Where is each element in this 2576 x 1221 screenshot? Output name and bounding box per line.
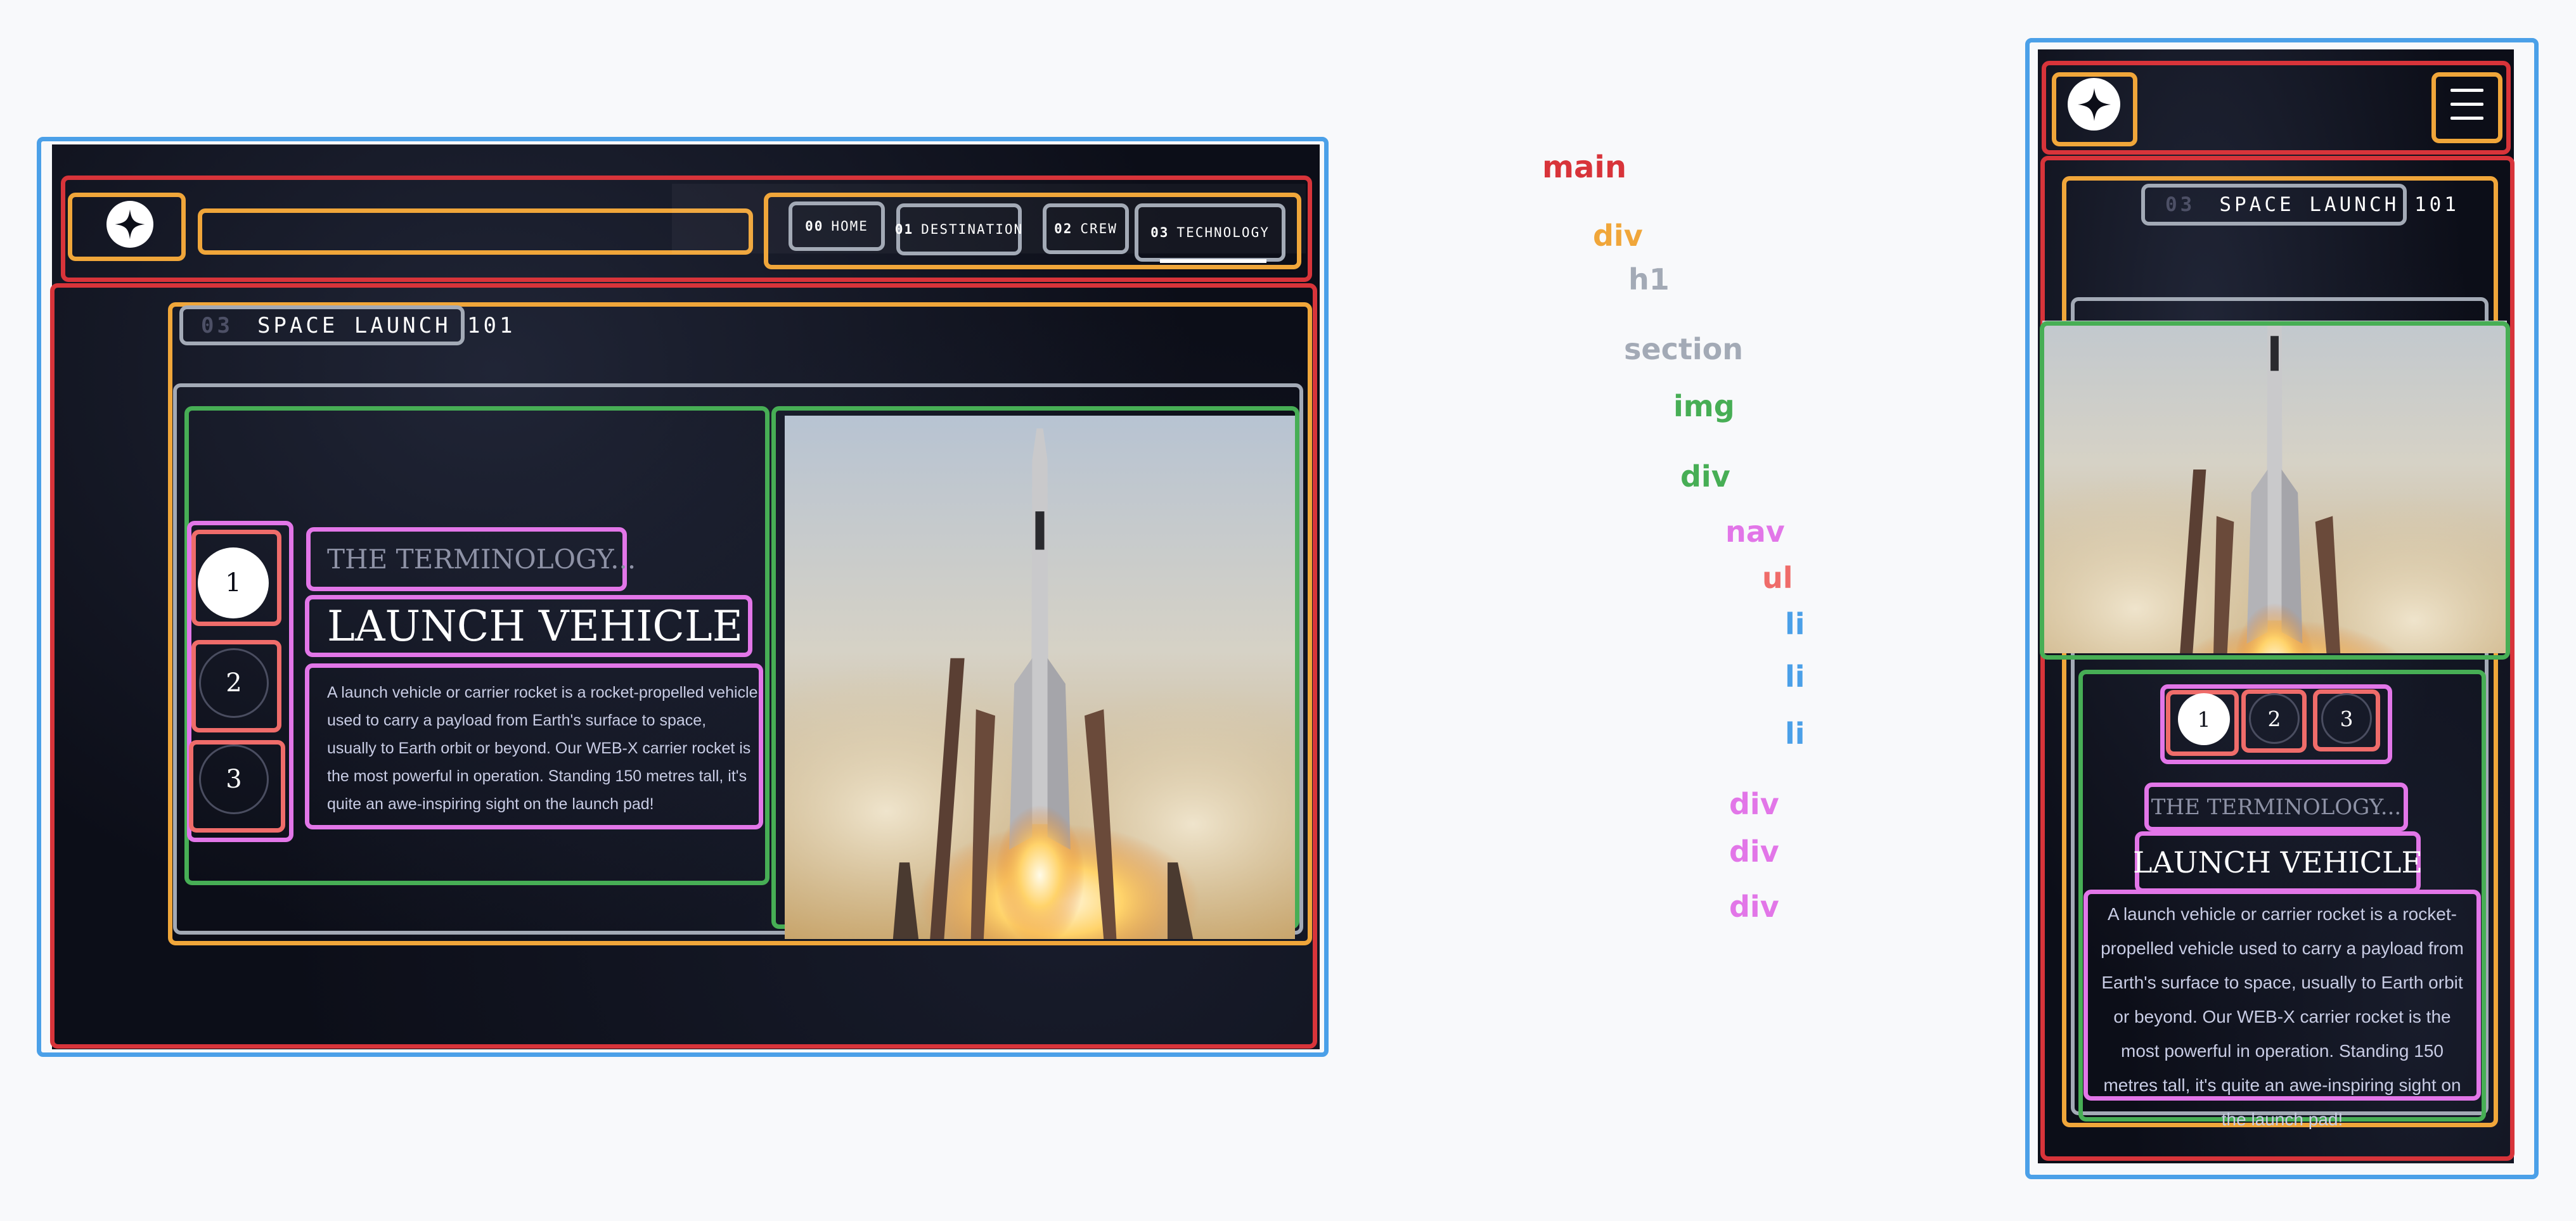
- legend-nav: nav: [1725, 515, 1785, 549]
- page-button-2[interactable]: 2: [199, 648, 269, 718]
- mobile-terminology-label: THE TERMINOLOGY...: [2144, 783, 2408, 831]
- nav-link-technology[interactable]: 03 TECHNOLOGY: [1135, 203, 1285, 262]
- legend-li: li: [1785, 717, 1805, 751]
- nav-link-label: HOME: [831, 219, 868, 234]
- legend-main: main: [1542, 150, 1627, 185]
- nav-active-underline: [1160, 259, 1266, 263]
- mobile-vehicle-description: A launch vehicle or carrier rocket is a …: [2083, 890, 2481, 1129]
- mobile-page-button-2[interactable]: 2: [2249, 693, 2300, 744]
- legend-li: li: [1785, 660, 1805, 694]
- page-heading-num: 03: [201, 312, 233, 338]
- logo-icon[interactable]: [106, 201, 153, 248]
- terminology-label: THE TERMINOLOGY...: [306, 527, 636, 591]
- page-button-1[interactable]: 1: [198, 547, 269, 618]
- legend-div: div: [1593, 219, 1643, 253]
- nav-link-label: CREW: [1080, 221, 1117, 236]
- page-heading-text: SPACE LAUNCH 101: [257, 312, 516, 338]
- mobile-heading-text: SPACE LAUNCH 101: [2219, 193, 2459, 216]
- mobile-vehicle-name: LAUNCH VEHICLE: [2133, 831, 2423, 893]
- mobile-image-outline: [2040, 321, 2510, 660]
- vehicle-name: LAUNCH VEHICLE: [305, 595, 752, 657]
- rocket-image: [785, 416, 1295, 939]
- legend-div: div: [1729, 787, 1779, 821]
- nav-link-num: 02: [1054, 221, 1073, 236]
- legend-div: div: [1729, 834, 1779, 869]
- nav-link-home[interactable]: 00 HOME: [789, 201, 885, 251]
- legend-img: img: [1673, 389, 1735, 423]
- header-line-outline: [198, 208, 753, 255]
- nav-link-num: 03: [1150, 225, 1169, 240]
- nav-link-destination[interactable]: 01 DESTINATION: [894, 203, 1024, 255]
- legend-div: div: [1729, 890, 1779, 924]
- nav-link-label: DESTINATION: [921, 222, 1024, 237]
- mobile-page-button-3[interactable]: 3: [2321, 693, 2372, 744]
- nav-link-label: TECHNOLOGY: [1176, 225, 1270, 240]
- nav-link-num: 01: [894, 222, 914, 237]
- mobile-page-heading: 03 SPACE LAUNCH 101: [2141, 184, 2456, 226]
- nav-link-crew[interactable]: 02 CREW: [1043, 203, 1129, 254]
- legend-ul: ul: [1762, 561, 1793, 595]
- vehicle-description: A launch vehicle or carrier rocket is a …: [305, 663, 763, 829]
- legend-section: section: [1624, 332, 1743, 366]
- mobile-logo-icon[interactable]: [2068, 78, 2120, 131]
- mobile-heading-num: 03: [2165, 193, 2196, 216]
- legend-h1: h1: [1628, 262, 1670, 297]
- page-button-3[interactable]: 3: [199, 745, 269, 814]
- legend-div: div: [1680, 459, 1730, 494]
- page-heading: 03 SPACE LAUNCH 101: [179, 305, 512, 345]
- nav-link-num: 00: [805, 219, 824, 234]
- mobile-page-button-1[interactable]: 1: [2178, 693, 2230, 745]
- legend-li: li: [1785, 607, 1805, 641]
- hamburger-menu-icon[interactable]: [2450, 89, 2483, 122]
